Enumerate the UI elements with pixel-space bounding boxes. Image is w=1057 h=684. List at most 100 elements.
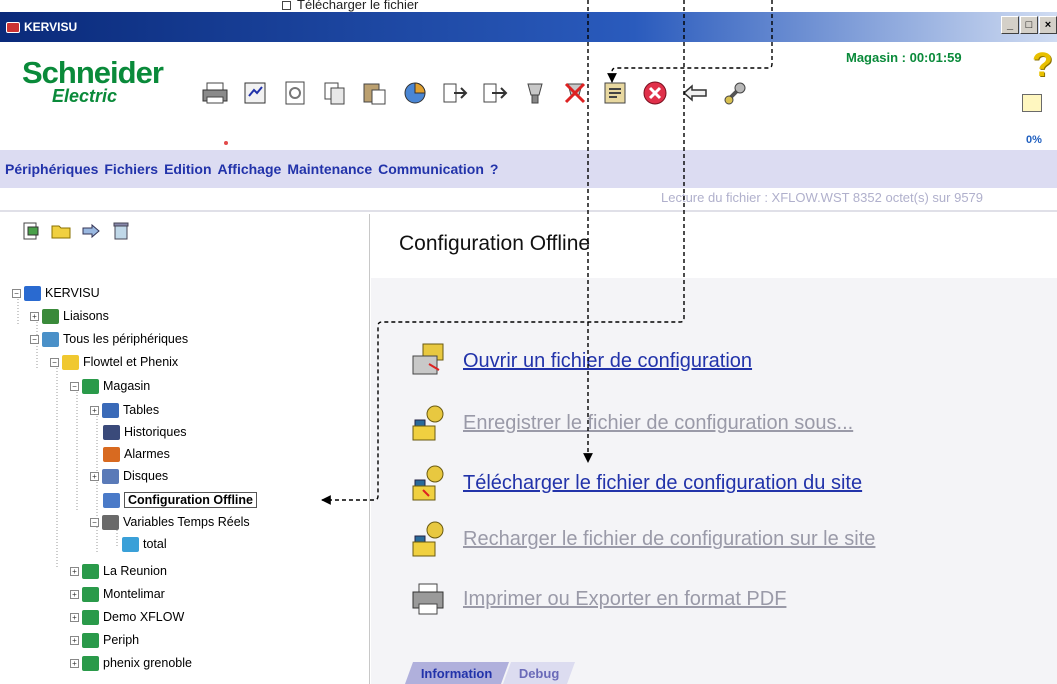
tree-node-alarmes[interactable]: Alarmes bbox=[103, 444, 170, 464]
reload-config-to-site-link[interactable]: Recharger le fichier de configuration su… bbox=[463, 528, 875, 551]
expand-toggle[interactable]: + bbox=[70, 566, 79, 576]
tree-node-configuration-offline[interactable]: Configuration Offline bbox=[103, 490, 257, 510]
download-config-icon bbox=[409, 464, 449, 502]
collapse-toggle[interactable]: − bbox=[70, 381, 79, 391]
minimize-button[interactable]: _ bbox=[1001, 16, 1019, 34]
menu-help[interactable]: ? bbox=[490, 161, 499, 177]
menu-affichage[interactable]: Affichage bbox=[218, 161, 282, 177]
import-icon[interactable] bbox=[478, 76, 512, 110]
open-config-action[interactable]: Ouvrir un fichier de configuration bbox=[409, 342, 752, 380]
save-config-as-link[interactable]: Enregistrer le fichier de configuration … bbox=[463, 412, 853, 435]
reload-config-to-site-action[interactable]: Recharger le fichier de configuration su… bbox=[409, 520, 875, 558]
collapse-toggle[interactable]: − bbox=[30, 334, 39, 344]
tree-node-disques[interactable]: + Disques bbox=[90, 466, 168, 486]
tree-node-variables-temps-reels[interactable]: − Variables Temps Réels bbox=[90, 512, 250, 532]
variable-icon bbox=[122, 536, 139, 552]
expand-toggle[interactable]: + bbox=[70, 658, 79, 668]
paste-icon[interactable] bbox=[358, 76, 392, 110]
menu-edition[interactable]: Edition bbox=[164, 161, 211, 177]
disk-icon bbox=[102, 468, 119, 484]
app-icon bbox=[6, 21, 20, 33]
tree-node-historiques[interactable]: Historiques bbox=[103, 422, 187, 442]
tree-node-tables[interactable]: + Tables bbox=[90, 400, 159, 420]
tree-node-flowtel-et-phenix[interactable]: − Flowtel et Phenix bbox=[50, 352, 178, 372]
tree-node-tous-les-peripheriques[interactable]: − Tous les périphériques bbox=[30, 329, 188, 349]
upload-config-icon bbox=[409, 520, 449, 558]
tree-node-label: Flowtel et Phenix bbox=[83, 355, 179, 369]
tree-node-label: KERVISU bbox=[45, 286, 100, 300]
tree-node-periph[interactable]: + Periph bbox=[70, 630, 139, 650]
open-file-icon bbox=[409, 342, 449, 380]
print-export-pdf-action[interactable]: Imprimer ou Exporter en format PDF bbox=[409, 580, 786, 618]
print-icon[interactable] bbox=[198, 76, 232, 110]
device-icon bbox=[82, 586, 99, 602]
menu-communication[interactable]: Communication bbox=[378, 161, 484, 177]
tree-node-phenix-grenoble[interactable]: + phenix grenoble bbox=[70, 653, 192, 673]
header-area: Schneider Electric Magasin : 00:01:59 ? … bbox=[0, 42, 1057, 150]
expand-toggle[interactable]: + bbox=[70, 635, 79, 645]
copy-icon[interactable] bbox=[318, 76, 352, 110]
link-icon bbox=[42, 308, 59, 324]
collapse-toggle[interactable]: − bbox=[50, 357, 59, 367]
tree-node-montelimar[interactable]: + Montelimar bbox=[70, 584, 165, 604]
tree-node-demo-xflow[interactable]: + Demo XFLOW bbox=[70, 607, 184, 627]
tree-node-la-reunion[interactable]: + La Reunion bbox=[70, 561, 167, 581]
restore-button[interactable]: □ bbox=[1020, 16, 1038, 34]
download-site-config-link[interactable]: Télécharger le fichier de configuration … bbox=[463, 472, 862, 495]
tree-node-magasin[interactable]: − Magasin bbox=[70, 376, 150, 396]
panel-icon[interactable] bbox=[1022, 94, 1042, 112]
properties-icon[interactable] bbox=[598, 76, 632, 110]
menu-maintenance[interactable]: Maintenance bbox=[287, 161, 372, 177]
configuration-icon bbox=[103, 492, 120, 508]
tree-node-label: Demo XFLOW bbox=[103, 610, 185, 624]
report-icon[interactable] bbox=[238, 76, 272, 110]
expand-toggle[interactable]: + bbox=[30, 311, 39, 321]
expand-toggle[interactable]: + bbox=[90, 405, 99, 415]
menu-fichiers[interactable]: Fichiers bbox=[104, 161, 158, 177]
main-panel: Configuration Offline Ouvrir un fichier … bbox=[371, 214, 1057, 684]
collapse-toggle[interactable]: − bbox=[90, 517, 99, 527]
save-config-as-action[interactable]: Enregistrer le fichier de configuration … bbox=[409, 404, 853, 442]
stop-icon[interactable] bbox=[638, 76, 672, 110]
tree-node-label: total bbox=[143, 537, 167, 551]
expand-toggle[interactable]: + bbox=[90, 471, 99, 481]
window-buttons: _ □ × bbox=[1000, 16, 1057, 34]
tree-node-label: Tables bbox=[123, 403, 160, 417]
printer-icon bbox=[409, 580, 449, 618]
computer-icon bbox=[24, 285, 41, 301]
tree-node-liaisons[interactable]: + Liaisons bbox=[30, 306, 109, 326]
tree-node-label: Historiques bbox=[124, 425, 187, 439]
tree-node-total[interactable]: total bbox=[122, 534, 167, 554]
disconnect-icon[interactable] bbox=[558, 76, 592, 110]
help-icon[interactable]: ? bbox=[1032, 48, 1053, 82]
back-arrow-icon[interactable] bbox=[678, 76, 712, 110]
tree-node-label: phenix grenoble bbox=[103, 656, 192, 670]
tools-icon[interactable] bbox=[718, 76, 752, 110]
expand-toggle[interactable]: + bbox=[70, 589, 79, 599]
collapse-toggle[interactable]: − bbox=[12, 288, 21, 298]
pie-chart-icon[interactable] bbox=[398, 76, 432, 110]
tree-node-label: Alarmes bbox=[124, 447, 170, 461]
tab-debug[interactable]: Debug bbox=[502, 662, 575, 684]
open-config-link[interactable]: Ouvrir un fichier de configuration bbox=[463, 350, 752, 373]
export-icon[interactable] bbox=[438, 76, 472, 110]
tree-node-label: Magasin bbox=[103, 379, 151, 393]
tree-node-kervisu[interactable]: − KERVISU bbox=[12, 283, 100, 303]
close-button[interactable]: × bbox=[1039, 16, 1057, 34]
download-site-config-action[interactable]: Télécharger le fichier de configuration … bbox=[409, 464, 862, 502]
left-panel: − KERVISU + Liaisons − Tous les périphériqu… bbox=[0, 214, 370, 684]
toolbar bbox=[198, 76, 758, 110]
title-bar: KERVISU _ □ × bbox=[0, 12, 1057, 42]
store-status: Magasin : 00:01:59 bbox=[846, 50, 962, 65]
download-icon[interactable] bbox=[518, 76, 552, 110]
print-export-pdf-link[interactable]: Imprimer ou Exporter en format PDF bbox=[463, 588, 786, 611]
page: Télécharger le fichier KERVISU _ □ × Sch… bbox=[0, 0, 1057, 684]
tree-node-label: Variables Temps Réels bbox=[123, 515, 250, 529]
menu-peripheriques[interactable]: Périphériques bbox=[5, 161, 98, 177]
file-status-bar: Lecture du fichier : XFLOW.WST 8352 octe… bbox=[0, 188, 1057, 212]
tab-information[interactable]: Information bbox=[404, 662, 509, 684]
window-title: KERVISU bbox=[24, 20, 78, 34]
refresh-icon[interactable] bbox=[278, 76, 312, 110]
save-file-icon bbox=[409, 404, 449, 442]
expand-toggle[interactable]: + bbox=[70, 612, 79, 622]
